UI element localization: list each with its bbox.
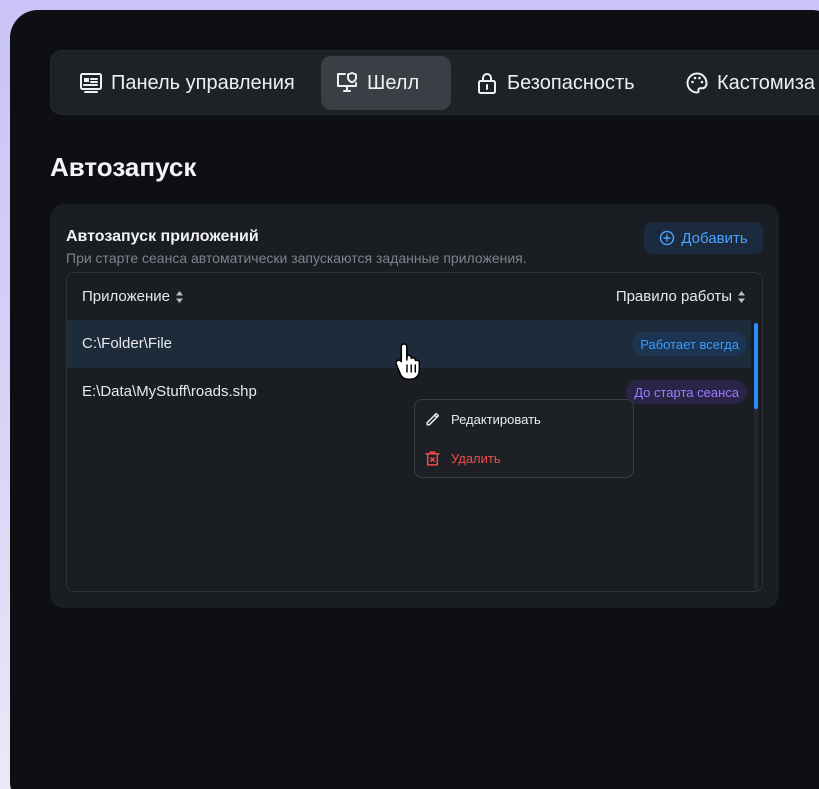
palette-icon bbox=[686, 72, 708, 94]
dashboard-icon bbox=[80, 73, 102, 93]
scrollbar-thumb[interactable] bbox=[754, 323, 758, 409]
tab-dashboard-label: Панель управления bbox=[111, 71, 295, 94]
tab-customization[interactable]: Кастомиза bbox=[671, 56, 819, 110]
sort-icon bbox=[175, 290, 183, 303]
page-title: Автозапуск bbox=[50, 152, 197, 182]
app-path: E:\Data\MyStuff\roads.shp bbox=[82, 383, 257, 400]
context-menu: Редактировать Удалить bbox=[414, 399, 634, 478]
monitor-shield-icon bbox=[337, 72, 357, 92]
lock-icon bbox=[478, 73, 496, 94]
pencil-icon bbox=[426, 412, 440, 426]
card-subtitle: При старте сеанса автоматически запускаю… bbox=[66, 250, 527, 266]
add-button[interactable]: Добавить bbox=[644, 222, 763, 254]
column-header-app-label: Приложение bbox=[82, 288, 170, 305]
tab-customization-label: Кастомиза bbox=[717, 71, 816, 94]
column-header-rule[interactable]: Правило работы bbox=[616, 288, 746, 305]
menu-item-delete[interactable]: Удалить bbox=[424, 446, 501, 470]
add-button-label: Добавить bbox=[681, 229, 748, 247]
column-header-app[interactable]: Приложение bbox=[82, 288, 184, 305]
trash-icon bbox=[425, 450, 440, 466]
menu-item-edit-label: Редактировать bbox=[451, 411, 541, 427]
status-badge: До старта сеанса bbox=[626, 380, 747, 404]
menu-item-delete-label: Удалить bbox=[451, 450, 501, 466]
column-header-rule-label: Правило работы bbox=[615, 288, 732, 305]
plus-circle-icon bbox=[660, 230, 675, 246]
tab-dashboard[interactable]: Панель управления bbox=[65, 56, 309, 110]
tab-security[interactable]: Безопасность bbox=[461, 56, 649, 110]
tab-shell-label: Шелл bbox=[367, 71, 420, 94]
sort-icon bbox=[738, 290, 745, 303]
tab-security-label: Безопасность bbox=[507, 71, 635, 94]
menu-item-edit[interactable]: Редактировать bbox=[424, 407, 541, 431]
status-badge: Работает всегда bbox=[632, 332, 747, 356]
card-title: Автозапуск приложений bbox=[66, 228, 259, 245]
app-window: Панель управления Шелл Безопасность Каст… bbox=[10, 10, 819, 789]
hand-cursor-icon bbox=[395, 343, 421, 381]
tab-bar: Панель управления Шелл Безопасность Каст… bbox=[50, 50, 819, 115]
app-path: C:\Folder\File bbox=[82, 335, 173, 352]
tab-shell[interactable]: Шелл bbox=[321, 56, 451, 110]
